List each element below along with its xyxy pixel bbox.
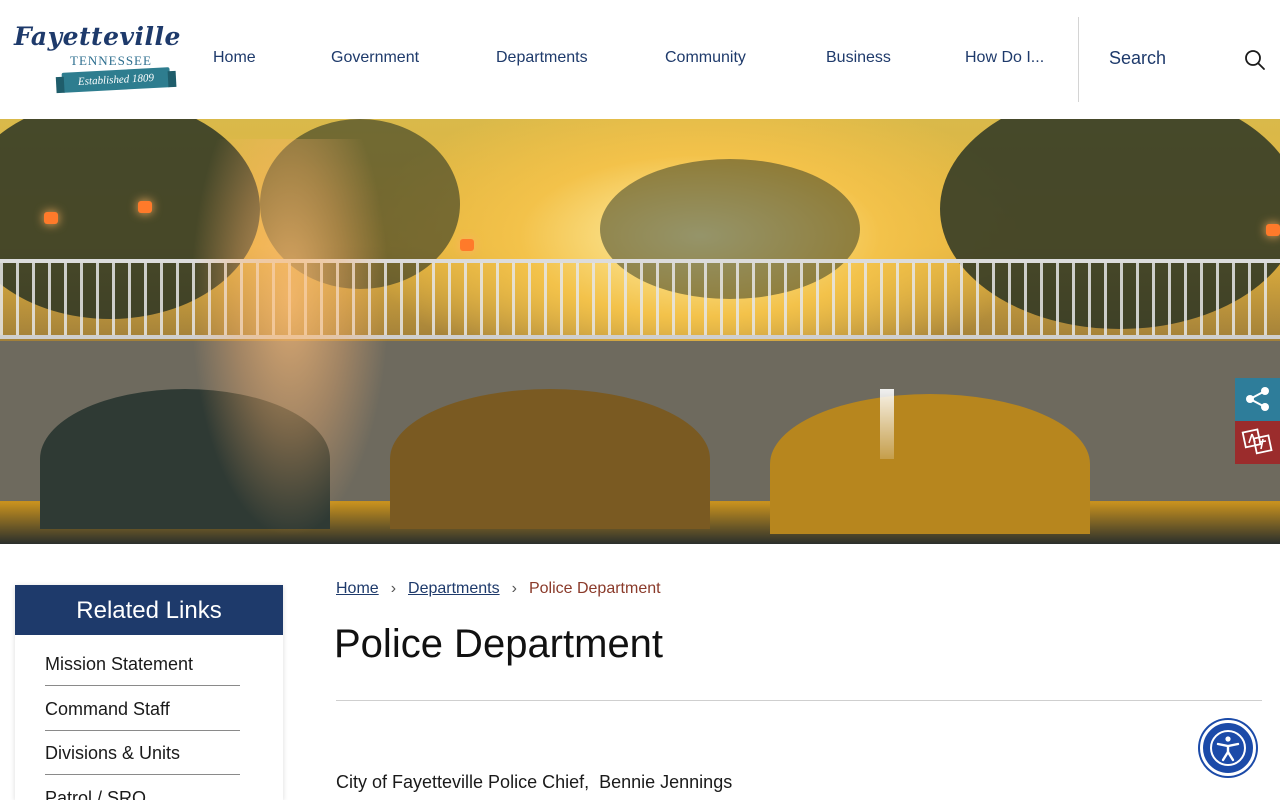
nav-government[interactable]: Government — [331, 49, 419, 67]
related-link-divisions-units[interactable]: Divisions & Units — [45, 731, 240, 775]
share-icon — [1246, 387, 1269, 411]
related-link-command-staff[interactable]: Command Staff — [45, 687, 240, 731]
body-text: City of Fayetteville Police Chief, Benni… — [336, 772, 733, 792]
nav-how-do-i[interactable]: How Do I... — [965, 49, 1044, 67]
hero-image — [0, 119, 1280, 544]
related-links-title: Related Links — [15, 585, 283, 635]
breadcrumb-separator: › — [390, 580, 397, 597]
breadcrumb-separator: › — [511, 580, 517, 597]
page-title: Police Department — [334, 622, 664, 666]
related-links-panel: Related Links Mission Statement Command … — [15, 585, 283, 800]
breadcrumb: Home › Departments › Police Department — [336, 580, 661, 598]
share-button[interactable] — [1235, 378, 1280, 421]
accessibility-icon — [1210, 730, 1246, 766]
header-divider — [1078, 17, 1079, 102]
hero-fountain — [190, 139, 390, 539]
logo-script-text: Fayetteville — [14, 22, 181, 51]
hero-fountain — [880, 389, 894, 459]
hero-bridge-arch — [390, 389, 710, 529]
related-link-patrol-sro[interactable]: Patrol / SRO — [45, 776, 240, 800]
site-logo[interactable]: Fayetteville TENNESSEE Established 1809 — [14, 22, 180, 96]
hero-lamp — [460, 239, 474, 251]
logo-ribbon: Established 1809 — [61, 67, 171, 93]
translate-button[interactable] — [1235, 421, 1280, 464]
nav-home[interactable]: Home — [213, 49, 256, 67]
search-label[interactable]: Search — [1109, 48, 1166, 69]
accessibility-button[interactable] — [1200, 720, 1256, 776]
related-link-mission-statement[interactable]: Mission Statement — [45, 642, 240, 686]
search-icon[interactable] — [1243, 48, 1267, 72]
site-header: Fayetteville TENNESSEE Established 1809 … — [0, 0, 1280, 119]
hero-lamp — [1266, 224, 1280, 236]
breadcrumb-departments[interactable]: Departments — [408, 580, 500, 598]
nav-departments[interactable]: Departments — [496, 49, 588, 67]
hero-bridge-arch — [770, 394, 1090, 534]
breadcrumb-home[interactable]: Home — [336, 580, 379, 598]
logo-state-text: TENNESSEE — [70, 53, 152, 68]
translate-icon — [1241, 428, 1273, 455]
nav-business[interactable]: Business — [826, 49, 891, 67]
title-divider — [336, 700, 1262, 701]
nav-community[interactable]: Community — [665, 49, 746, 67]
hero-lamp — [138, 201, 152, 213]
breadcrumb-current: Police Department — [528, 580, 661, 597]
hero-lamp — [44, 212, 58, 224]
